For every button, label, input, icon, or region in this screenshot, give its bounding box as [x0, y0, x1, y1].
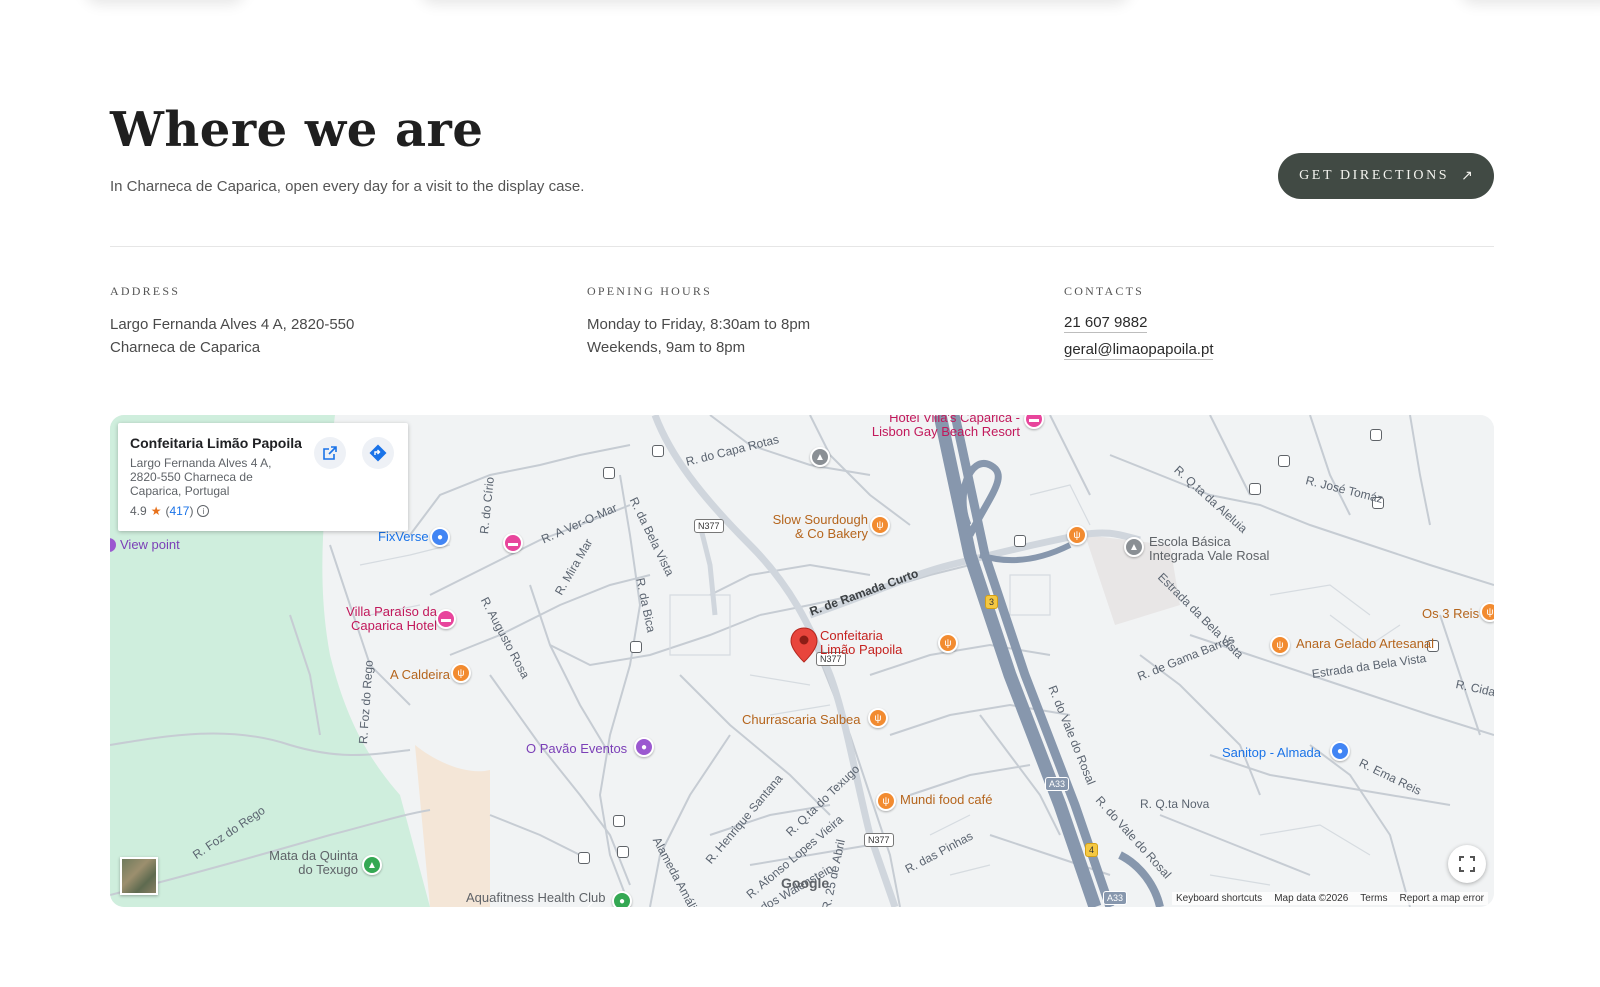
event-venue-icon[interactable]: ● — [634, 737, 654, 757]
bus-stop-icon[interactable] — [1278, 455, 1290, 467]
address-label: ADDRESS — [110, 284, 181, 298]
reviews-count-wrapper[interactable]: (417) — [165, 504, 193, 518]
open-in-maps-button[interactable] — [314, 437, 346, 469]
route-shield-n377: N377 — [694, 519, 724, 533]
hotel-icon[interactable]: ▬ — [503, 533, 523, 553]
view-point-label: View point — [120, 537, 180, 552]
poi-villa-paraiso-label: Villa Paraíso da Caparica Hotel — [346, 604, 437, 633]
restaurant-icon[interactable]: ψ — [451, 663, 471, 683]
poi-slow-sourdough-label: Slow Sourdough & Co Bakery — [772, 512, 868, 541]
fullscreen-icon — [1459, 856, 1475, 872]
place-address: Largo Fernanda Alves 4 A, 2820-550 Charn… — [130, 456, 272, 498]
shopping-bag-icon[interactable]: ● — [430, 527, 450, 547]
restaurant-icon[interactable]: ψ — [868, 708, 888, 728]
restaurant-icon[interactable]: ψ — [870, 515, 890, 535]
bus-stop-icon[interactable] — [578, 852, 590, 864]
bus-stop-icon[interactable] — [652, 445, 664, 457]
hours-weekends: Weekends, 9am to 8pm — [587, 339, 746, 356]
park-icon[interactable]: ▲ — [362, 855, 382, 875]
directions-icon — [369, 444, 387, 462]
view-point-marker[interactable]: View point — [110, 537, 180, 552]
email-link[interactable]: geral@limaopapoila.pt — [1064, 340, 1214, 360]
school-icon[interactable]: ▲ — [1124, 537, 1144, 557]
bus-stop-icon[interactable] — [1014, 535, 1026, 547]
address-column: ADDRESS Largo Fernanda Alves 4 A, 2820-5… — [110, 284, 354, 359]
page-title: Where we are — [110, 102, 484, 158]
place-rating: 4.9 ★ (417) i — [130, 504, 396, 518]
arrow-up-right-icon: ↗ — [1461, 168, 1473, 184]
poi-hotel-villas-label: Hotel Villa's Caparica - Lisbon Gay Beach… — [871, 415, 1020, 439]
shopping-bag-icon[interactable]: ● — [1330, 741, 1350, 761]
poi-anara-label: Anara Gelado Artesanal — [1296, 636, 1435, 651]
restaurant-icon[interactable]: ψ — [938, 633, 958, 653]
rating-value: 4.9 — [130, 504, 147, 518]
poi-mata-label: Mata da Quinta do Texugo — [269, 848, 358, 877]
section-divider — [110, 246, 1494, 247]
route-shield-a33: A33 — [1045, 777, 1070, 791]
address-line-2: Charneca de Caparica — [110, 339, 261, 356]
bus-stop-icon[interactable] — [613, 815, 625, 827]
poi-sanitop-label: Sanitop - Almada — [1222, 745, 1322, 760]
restaurant-icon[interactable]: ψ — [1480, 602, 1494, 622]
phone-link[interactable]: 21 607 9882 — [1064, 313, 1148, 333]
restaurant-icon[interactable]: ψ — [1067, 525, 1087, 545]
poi-pavao-label: O Pavão Eventos — [526, 741, 628, 756]
map-data-text: Map data ©2026 — [1274, 893, 1349, 904]
place-info-card: Confeitaria Limão Papoila Largo Fernanda… — [118, 423, 408, 531]
route-shield-n377: N377 — [864, 833, 894, 847]
hours-column: OPENING HOURS Monday to Friday, 8:30am t… — [587, 284, 810, 359]
google-logo: Google — [781, 875, 830, 891]
embedded-map[interactable]: N377 N377 N377 A33 A33 3 4 R. do Capa Ro… — [110, 415, 1494, 907]
gym-icon[interactable]: ● — [612, 891, 632, 907]
top-nav-shadow — [0, 0, 1600, 10]
ice-cream-icon[interactable]: ψ — [1270, 635, 1290, 655]
contacts-column: CONTACTS 21 607 9882 geral@limaopapoila.… — [1064, 284, 1214, 367]
map-attribution: Keyboard shortcuts Map data ©2026 Terms … — [1172, 892, 1488, 905]
hours-label: OPENING HOURS — [587, 284, 712, 298]
hours-weekdays: Monday to Friday, 8:30am to 8pm — [587, 316, 811, 333]
poi-fixverse-label: FixVerse — [378, 529, 429, 544]
star-icon: ★ — [150, 504, 162, 518]
poi-a-caldeira-label: A Caldeira — [390, 667, 450, 682]
bus-stop-icon[interactable] — [603, 467, 615, 479]
exit-marker-4: 4 — [1085, 843, 1099, 857]
report-error-link[interactable]: Report a map error — [1400, 893, 1484, 904]
bus-stop-icon[interactable] — [617, 846, 629, 858]
poi-mundi-label: Mundi food café — [900, 792, 993, 807]
poi-confeitaria-label: Confeitaria Limão Papoila — [820, 628, 903, 657]
terms-link[interactable]: Terms — [1360, 893, 1387, 904]
external-link-icon — [323, 446, 337, 460]
bus-stop-icon[interactable] — [1370, 429, 1382, 441]
poi-aquafitness-label: Aquafitness Health Club — [466, 890, 606, 905]
info-icon[interactable]: i — [197, 505, 210, 517]
street-label: R. Q.ta Nova — [1140, 797, 1210, 811]
hotel-icon[interactable]: ▬ — [436, 609, 456, 629]
poi-churrascaria-label: Churrascaria Salbea — [742, 712, 861, 727]
satellite-toggle-button[interactable] — [120, 857, 158, 895]
contacts-label: CONTACTS — [1064, 284, 1144, 298]
poi-escola-label: Escola Básica Integrada Vale Rosal — [1149, 534, 1270, 563]
fullscreen-button[interactable] — [1448, 845, 1486, 883]
get-directions-button[interactable]: GET DIRECTIONS ↗ — [1278, 153, 1494, 199]
directions-button[interactable] — [362, 437, 394, 469]
exit-marker-3: 3 — [985, 595, 999, 609]
page-subtitle: In Charneca de Caparica, open every day … — [110, 178, 585, 195]
address-line-1: Largo Fernanda Alves 4 A, 2820-550 — [110, 316, 355, 333]
cafe-icon[interactable]: ψ — [876, 791, 896, 811]
place-name: Confeitaria Limão Papoila — [130, 435, 302, 451]
location-pin-icon[interactable] — [790, 627, 818, 663]
bus-stop-icon[interactable] — [1249, 483, 1261, 495]
school-icon[interactable]: ▲ — [810, 447, 830, 467]
reviews-count[interactable]: 417 — [169, 504, 189, 518]
poi-os-3-reis-label: Os 3 Reis — [1422, 606, 1480, 621]
view-point-icon — [110, 537, 116, 552]
route-shield-a33: A33 — [1103, 891, 1128, 905]
bus-stop-icon[interactable] — [630, 641, 642, 653]
get-directions-label: GET DIRECTIONS — [1299, 168, 1450, 183]
keyboard-shortcuts-link[interactable]: Keyboard shortcuts — [1176, 893, 1262, 904]
